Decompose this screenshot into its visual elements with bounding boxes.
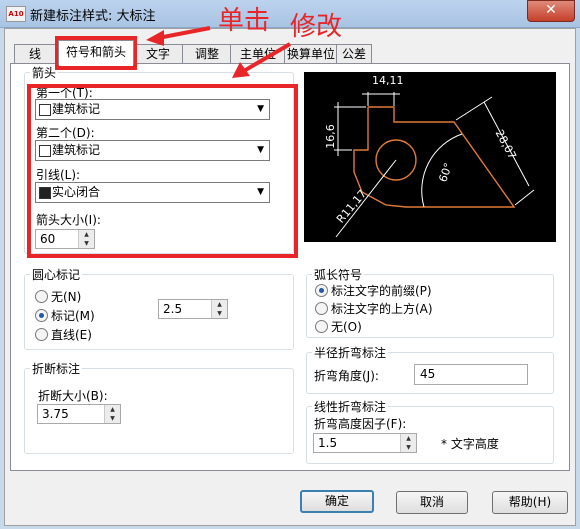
dimension-break-title: 折断标注 <box>30 360 83 377</box>
tab-tolerances[interactable]: 公差 <box>336 44 372 63</box>
arc-above-radio[interactable] <box>315 302 328 315</box>
arc-prefix-radio[interactable] <box>315 284 328 297</box>
break-size-label: 折断大小(B): <box>38 389 108 403</box>
break-size-input[interactable]: 3.75 ▲ ▼ <box>37 404 121 424</box>
jog-angle-label: 折弯角度(J): <box>314 369 379 383</box>
jog-factor-input[interactable]: 1.5 ▲ ▼ <box>313 433 417 453</box>
app-icon: A10 <box>6 6 26 22</box>
dimension-preview: 14,11 16,6 28,07 60° R11,17 <box>304 72 556 242</box>
help-button[interactable]: 帮助(H) <box>492 491 568 514</box>
preview-dim-left: 16,6 <box>323 124 337 149</box>
center-none-radio[interactable] <box>35 290 48 303</box>
center-line-label[interactable]: 直线(E) <box>51 326 92 343</box>
tab-lines[interactable]: 线 <box>14 44 56 63</box>
center-size-stepper[interactable]: ▲ ▼ <box>211 300 227 318</box>
jog-angle-value: 45 <box>420 367 436 381</box>
center-marks-title: 圆心标记 <box>30 266 83 283</box>
arc-above-label[interactable]: 标注文字的上方(A) <box>331 300 433 317</box>
center-mark-radio[interactable] <box>35 309 48 322</box>
text-height-label: * 文字高度 <box>441 437 499 451</box>
center-none-label[interactable]: 无(N) <box>51 288 81 305</box>
jog-factor-label: 折弯高度因子(F): <box>314 417 407 431</box>
jog-factor-value: 1.5 <box>318 436 338 450</box>
linear-jog-title: 线性折弯标注 <box>312 398 389 415</box>
break-size-stepper[interactable]: ▲ ▼ <box>104 405 120 423</box>
jog-angle-input[interactable]: 45 <box>414 364 528 385</box>
center-size-input[interactable]: 2.5 ▲ ▼ <box>158 299 228 319</box>
arc-prefix-label[interactable]: 标注文字的前缀(P) <box>331 282 432 299</box>
arc-none-label[interactable]: 无(O) <box>331 318 362 335</box>
jog-factor-stepper[interactable]: ▲ ▼ <box>400 434 416 452</box>
break-size-value: 3.75 <box>42 407 69 421</box>
ok-button[interactable]: 确定 <box>300 490 374 513</box>
arc-none-radio[interactable] <box>315 320 328 333</box>
center-line-radio[interactable] <box>35 328 48 341</box>
close-button[interactable]: ✕ <box>527 0 575 22</box>
tab-symbols-arrows[interactable]: 符号和箭头 <box>58 40 134 65</box>
center-mark-label[interactable]: 标记(M) <box>51 307 95 324</box>
radius-jog-title: 半径折弯标注 <box>312 344 389 361</box>
arc-length-title: 弧长符号 <box>312 266 365 283</box>
arrowheads-title: 箭头 <box>30 64 59 81</box>
preview-dim-top: 14,11 <box>372 74 404 87</box>
center-size-value: 2.5 <box>163 302 183 316</box>
annotation-arrows <box>146 26 292 78</box>
cancel-button[interactable]: 取消 <box>396 491 468 514</box>
modify-highlight-box <box>27 84 298 258</box>
